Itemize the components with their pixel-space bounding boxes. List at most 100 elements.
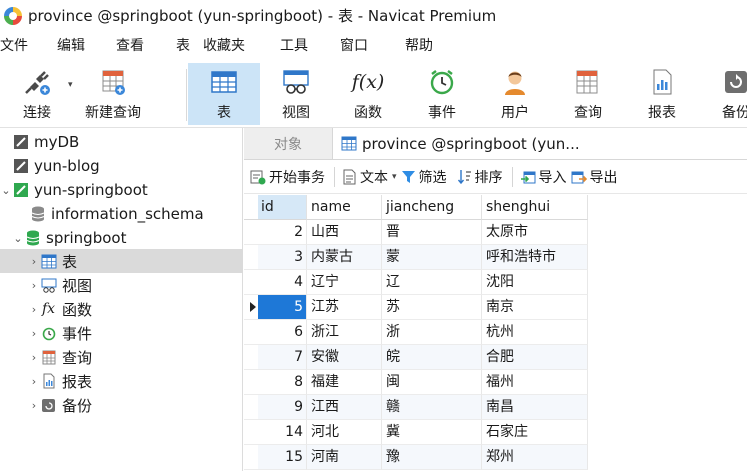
begin-transaction-button[interactable]: 开始事务 (250, 167, 325, 187)
function-button[interactable]: f(x) 函数 (340, 63, 396, 125)
tree-item-backups[interactable]: › 备份 (0, 393, 243, 417)
table-row[interactable]: 7 安徽 皖 合肥 (244, 345, 747, 370)
chevron-down-icon[interactable]: ⌄ (12, 232, 24, 245)
report-button[interactable]: 报表 (634, 63, 690, 125)
cell-jiancheng[interactable]: 辽 (382, 270, 482, 295)
cell-name[interactable]: 山西 (307, 220, 382, 245)
table-row[interactable]: 9 江西 赣 南昌 (244, 395, 747, 420)
view-button[interactable]: 视图 (268, 63, 324, 125)
import-button[interactable]: 导入 (520, 167, 567, 187)
cell-shenghui[interactable]: 石家庄 (482, 420, 588, 445)
table-row[interactable]: 15 河南 豫 郑州 (244, 445, 747, 470)
cell-jiancheng[interactable]: 蒙 (382, 245, 482, 270)
tab-province-table[interactable]: province @springboot (yun... (332, 128, 747, 159)
connect-button[interactable]: 连接 (14, 63, 60, 125)
tree-item-tables[interactable]: › 表 (0, 249, 243, 273)
export-button[interactable]: 导出 (571, 167, 618, 187)
tree-database-springboot[interactable]: ⌄ springboot (0, 226, 243, 250)
cell-name[interactable]: 内蒙古 (307, 245, 382, 270)
cell-name[interactable]: 河南 (307, 445, 382, 470)
tree-connection-mydb[interactable]: myDB (0, 130, 243, 154)
chevron-down-icon[interactable]: ⌄ (0, 184, 12, 197)
cell-id[interactable]: 9 (258, 395, 307, 420)
chevron-down-icon[interactable]: ▾ (392, 172, 397, 182)
row-selector[interactable] (244, 370, 258, 395)
table-row[interactable]: 3 内蒙古 蒙 呼和浩特市 (244, 245, 747, 270)
menu-tools[interactable]: 工具 (280, 31, 308, 61)
table-row-current[interactable]: 5 江苏 苏 南京 (244, 295, 747, 320)
table-row[interactable]: 8 福建 闽 福州 (244, 370, 747, 395)
cell-name[interactable]: 安徽 (307, 345, 382, 370)
cell-name[interactable]: 福建 (307, 370, 382, 395)
filter-button[interactable]: 筛选 (401, 167, 447, 187)
cell-jiancheng[interactable]: 苏 (382, 295, 482, 320)
tree-item-views[interactable]: › 视图 (0, 273, 243, 297)
table-button[interactable]: 表 (188, 63, 260, 125)
tree-item-events[interactable]: › 事件 (0, 321, 243, 345)
menu-file[interactable]: 文件 (0, 31, 28, 61)
chevron-right-icon[interactable]: › (28, 399, 40, 412)
cell-id[interactable]: 14 (258, 420, 307, 445)
tab-objects[interactable]: 对象 (244, 128, 332, 159)
text-button[interactable]: 文本 ▾ (342, 167, 397, 187)
menu-favorites[interactable]: 收藏夹 (203, 31, 245, 61)
column-header-id[interactable]: id (258, 195, 307, 220)
cell-id[interactable]: 2 (258, 220, 307, 245)
new-query-button[interactable]: 新建查询 (82, 63, 144, 125)
row-selector[interactable] (244, 295, 258, 320)
cell-shenghui[interactable]: 合肥 (482, 345, 588, 370)
tree-connection-yun-blog[interactable]: yun-blog (0, 154, 243, 178)
user-button[interactable]: 用户 (487, 63, 543, 125)
menu-help[interactable]: 帮助 (405, 31, 433, 61)
tree-connection-yun-springboot[interactable]: ⌄ yun-springboot (0, 178, 243, 202)
menu-window[interactable]: 窗口 (340, 31, 368, 61)
cell-jiancheng[interactable]: 晋 (382, 220, 482, 245)
cell-jiancheng[interactable]: 冀 (382, 420, 482, 445)
sort-button[interactable]: 排序 (457, 167, 503, 187)
cell-shenghui[interactable]: 沈阳 (482, 270, 588, 295)
cell-name[interactable]: 浙江 (307, 320, 382, 345)
cell-jiancheng[interactable]: 闽 (382, 370, 482, 395)
cell-jiancheng[interactable]: 赣 (382, 395, 482, 420)
cell-jiancheng[interactable]: 皖 (382, 345, 482, 370)
cell-shenghui[interactable]: 福州 (482, 370, 588, 395)
event-button[interactable]: 事件 (414, 63, 470, 125)
table-row[interactable]: 4 辽宁 辽 沈阳 (244, 270, 747, 295)
cell-shenghui[interactable]: 南京 (482, 295, 588, 320)
chevron-right-icon[interactable]: › (28, 375, 40, 388)
tree-item-functions[interactable]: › fx 函数 (0, 297, 243, 321)
table-row[interactable]: 14 河北 冀 石家庄 (244, 420, 747, 445)
menu-table[interactable]: 表 (176, 31, 190, 61)
row-selector[interactable] (244, 245, 258, 270)
chevron-right-icon[interactable]: › (28, 255, 40, 268)
tree-item-queries[interactable]: › 查询 (0, 345, 243, 369)
cell-name[interactable]: 辽宁 (307, 270, 382, 295)
tree-item-reports[interactable]: › 报表 (0, 369, 243, 393)
cell-shenghui[interactable]: 呼和浩特市 (482, 245, 588, 270)
tree-database-information-schema[interactable]: information_schema (0, 202, 243, 226)
cell-id[interactable]: 15 (258, 445, 307, 470)
backup-button[interactable]: 备份 (708, 63, 747, 125)
chevron-right-icon[interactable]: › (28, 327, 40, 340)
cell-id[interactable]: 3 (258, 245, 307, 270)
row-selector[interactable] (244, 395, 258, 420)
cell-id[interactable]: 5 (258, 295, 307, 320)
cell-shenghui[interactable]: 郑州 (482, 445, 588, 470)
cell-id[interactable]: 8 (258, 370, 307, 395)
row-selector[interactable] (244, 345, 258, 370)
chevron-right-icon[interactable]: › (28, 279, 40, 292)
cell-name[interactable]: 江苏 (307, 295, 382, 320)
row-selector[interactable] (244, 270, 258, 295)
row-selector[interactable] (244, 220, 258, 245)
chevron-right-icon[interactable]: › (28, 303, 40, 316)
menu-edit[interactable]: 编辑 (57, 31, 85, 61)
table-row[interactable]: 2 山西 晋 太原市 (244, 220, 747, 245)
chevron-right-icon[interactable]: › (28, 351, 40, 364)
cell-shenghui[interactable]: 杭州 (482, 320, 588, 345)
column-header-shenghui[interactable]: shenghui (482, 195, 588, 220)
table-row[interactable]: 6 浙江 浙 杭州 (244, 320, 747, 345)
column-header-name[interactable]: name (307, 195, 382, 220)
query-button[interactable]: 查询 (560, 63, 616, 125)
row-selector[interactable] (244, 320, 258, 345)
cell-name[interactable]: 河北 (307, 420, 382, 445)
